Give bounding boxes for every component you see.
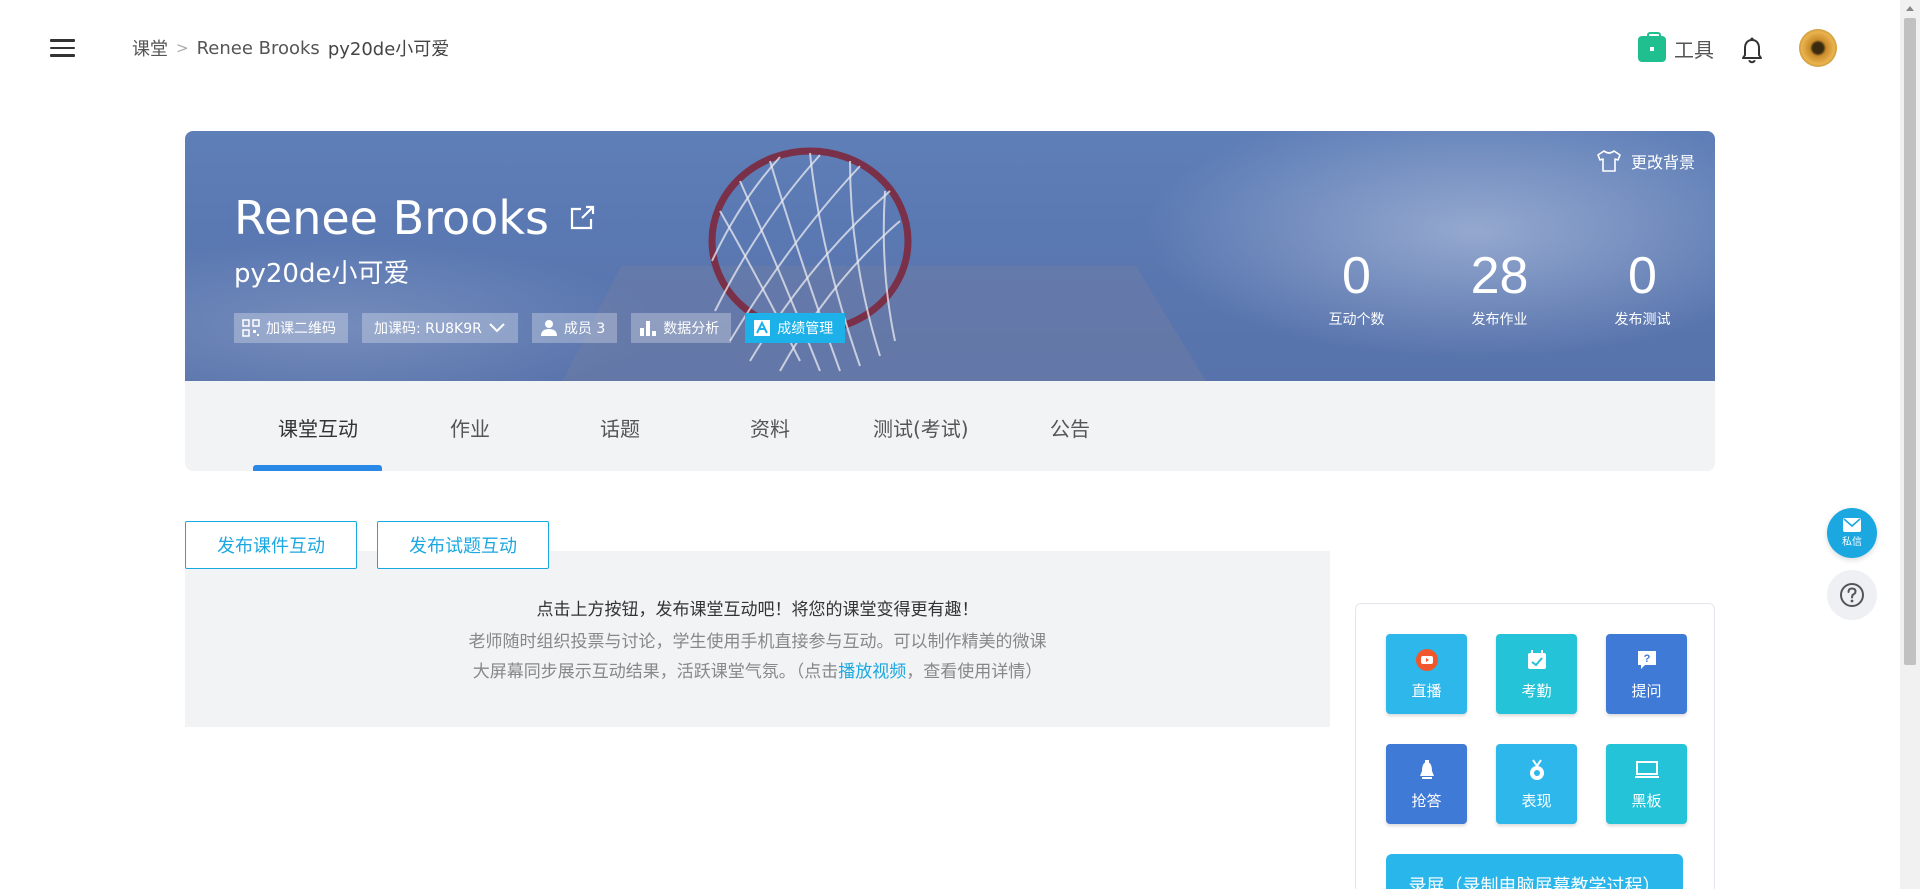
blackboard-icon xyxy=(1634,758,1659,782)
tab-materials[interactable]: 资料 xyxy=(750,413,790,442)
private-message-button[interactable]: 私信 xyxy=(1827,508,1877,558)
user-icon xyxy=(540,320,557,336)
buzzer-icon xyxy=(1415,758,1439,782)
course-name: Renee Brooks xyxy=(234,191,549,245)
question-icon: ? xyxy=(1635,648,1659,672)
page-scrollbar[interactable] xyxy=(1900,0,1920,889)
tile-label: 黑板 xyxy=(1631,791,1662,810)
qr-code-icon xyxy=(242,319,260,337)
help-icon xyxy=(1840,583,1864,607)
svg-text:?: ? xyxy=(1643,653,1650,665)
play-video-link[interactable]: 播放视频 xyxy=(838,662,906,682)
help-button[interactable] xyxy=(1827,570,1877,620)
tab-announcements[interactable]: 公告 xyxy=(1050,413,1090,442)
stat-interactions: 0 互动个数 xyxy=(1285,249,1428,329)
bell-icon[interactable] xyxy=(1740,37,1764,65)
stat-assignments: 28 发布作业 xyxy=(1428,249,1571,329)
empty-state-text: ，查看使用详情） xyxy=(906,662,1043,682)
classroom-tools-panel: 直播 考勤 ? 提问 抢答 表现 黑板 录屏（录制电脑屏幕教学过程） xyxy=(1355,603,1715,889)
tools-button[interactable]: 工具 xyxy=(1638,31,1714,63)
question-button[interactable]: ? 提问 xyxy=(1606,634,1687,714)
change-background-button[interactable]: 更改背景 xyxy=(1595,149,1695,173)
tile-label: 提问 xyxy=(1631,681,1662,700)
chevron-down-icon xyxy=(489,323,505,333)
stat-value: 28 xyxy=(1470,247,1529,305)
edit-icon[interactable] xyxy=(569,205,595,231)
course-tabs: 课堂互动 作业 话题 资料 测试(考试) 公告 xyxy=(185,381,1715,471)
publish-question-button[interactable]: 发布试题互动 xyxy=(377,521,549,569)
qr-code-label: 加课二维码 xyxy=(266,321,336,337)
stat-label: 发布作业 xyxy=(1471,312,1528,328)
breadcrumb-item-classroom[interactable]: 课堂 xyxy=(132,35,168,61)
grades-management-chip[interactable]: 成绩管理 xyxy=(745,313,846,343)
tshirt-icon xyxy=(1597,150,1621,172)
screen-record-button[interactable]: 录屏（录制电脑屏幕教学过程） xyxy=(1386,854,1683,889)
course-banner: 更改背景 Renee Brooks py20de小可爱 加课二维码 加课码: R… xyxy=(185,131,1715,381)
stat-tests: 0 发布测试 xyxy=(1571,249,1714,329)
empty-state-title: 点击上方按钮，发布课堂互动吧！将您的课堂变得更有趣！ xyxy=(536,600,979,620)
grades-management-label: 成绩管理 xyxy=(777,321,834,337)
grades-icon xyxy=(754,320,771,336)
scroll-up-arrow[interactable] xyxy=(1906,6,1914,11)
change-background-label: 更改背景 xyxy=(1630,153,1695,172)
tab-tests[interactable]: 测试(考试) xyxy=(873,413,969,442)
blackboard-button[interactable]: 黑板 xyxy=(1606,744,1687,824)
tile-label: 直播 xyxy=(1411,681,1442,700)
mail-icon xyxy=(1843,518,1861,532)
course-stats: 0 互动个数 28 发布作业 0 发布测试 xyxy=(1285,249,1714,329)
qr-code-chip[interactable]: 加课二维码 xyxy=(234,313,348,343)
course-code-chip[interactable]: 加课码: RU8K9R xyxy=(362,313,518,343)
course-actions: 加课二维码 加课码: RU8K9R 成员 3 数据分析 成绩管理 xyxy=(234,313,846,343)
breadcrumb-item-class: py20de小可爱 xyxy=(327,39,450,60)
scrollbar-thumb[interactable] xyxy=(1904,18,1916,665)
breadcrumb-item-course[interactable]: Renee Brooks xyxy=(197,38,320,59)
publish-courseware-button[interactable]: 发布课件互动 xyxy=(185,521,357,569)
active-tab-indicator xyxy=(253,465,382,471)
empty-state-box: 点击上方按钮，发布课堂互动吧！将您的课堂变得更有趣！ 老师随时组织投票与讨论，学… xyxy=(185,551,1330,727)
performance-button[interactable]: 表现 xyxy=(1496,744,1577,824)
medal-icon xyxy=(1525,758,1549,782)
stat-label: 发布测试 xyxy=(1614,312,1671,328)
buzzer-button[interactable]: 抢答 xyxy=(1386,744,1467,824)
hamburger-icon[interactable] xyxy=(50,39,75,59)
stat-value: 0 xyxy=(1628,247,1657,305)
empty-state-line: 大屏幕同步展示互动结果，活跃课堂气氛。（点击播放视频，查看使用详情） xyxy=(185,657,1330,682)
attendance-button[interactable]: 考勤 xyxy=(1496,634,1577,714)
top-bar: 课堂 > Renee Brooks py20de小可爱 工具 xyxy=(0,0,1900,95)
data-analysis-label: 数据分析 xyxy=(663,321,720,337)
tab-topics[interactable]: 话题 xyxy=(600,413,640,442)
tools-label: 工具 xyxy=(1674,38,1714,62)
course-title: Renee Brooks xyxy=(234,191,595,245)
attendance-icon xyxy=(1525,648,1549,672)
empty-state-text: 大屏幕同步展示互动结果，活跃课堂气氛。（点击 xyxy=(472,662,839,682)
stat-label: 互动个数 xyxy=(1328,312,1385,328)
stat-value: 0 xyxy=(1342,247,1371,305)
empty-state-line: 老师随时组织投票与讨论，学生使用手机直接参与互动。可以制作精美的微课 xyxy=(468,632,1047,652)
live-button[interactable]: 直播 xyxy=(1386,634,1467,714)
private-message-label: 私信 xyxy=(1842,537,1862,548)
breadcrumb-separator: > xyxy=(176,39,189,57)
breadcrumb: 课堂 > Renee Brooks py20de小可爱 xyxy=(132,35,449,61)
course-code-label: 加课码: RU8K9R xyxy=(374,321,482,337)
live-icon xyxy=(1415,648,1439,672)
avatar[interactable] xyxy=(1799,29,1837,67)
members-label: 成员 3 xyxy=(563,321,606,337)
tile-label: 表现 xyxy=(1521,791,1552,810)
class-name: py20de小可爱 xyxy=(234,259,410,289)
basketball-hoop-image xyxy=(708,147,912,372)
bar-chart-icon xyxy=(640,321,657,336)
tab-classroom-interaction[interactable]: 课堂互动 xyxy=(278,413,358,442)
tile-label: 考勤 xyxy=(1521,681,1552,700)
members-chip[interactable]: 成员 3 xyxy=(531,313,618,343)
tab-homework[interactable]: 作业 xyxy=(450,413,490,442)
tile-label: 抢答 xyxy=(1411,791,1442,810)
toolbox-icon xyxy=(1638,31,1666,62)
data-analysis-chip[interactable]: 数据分析 xyxy=(631,313,732,343)
